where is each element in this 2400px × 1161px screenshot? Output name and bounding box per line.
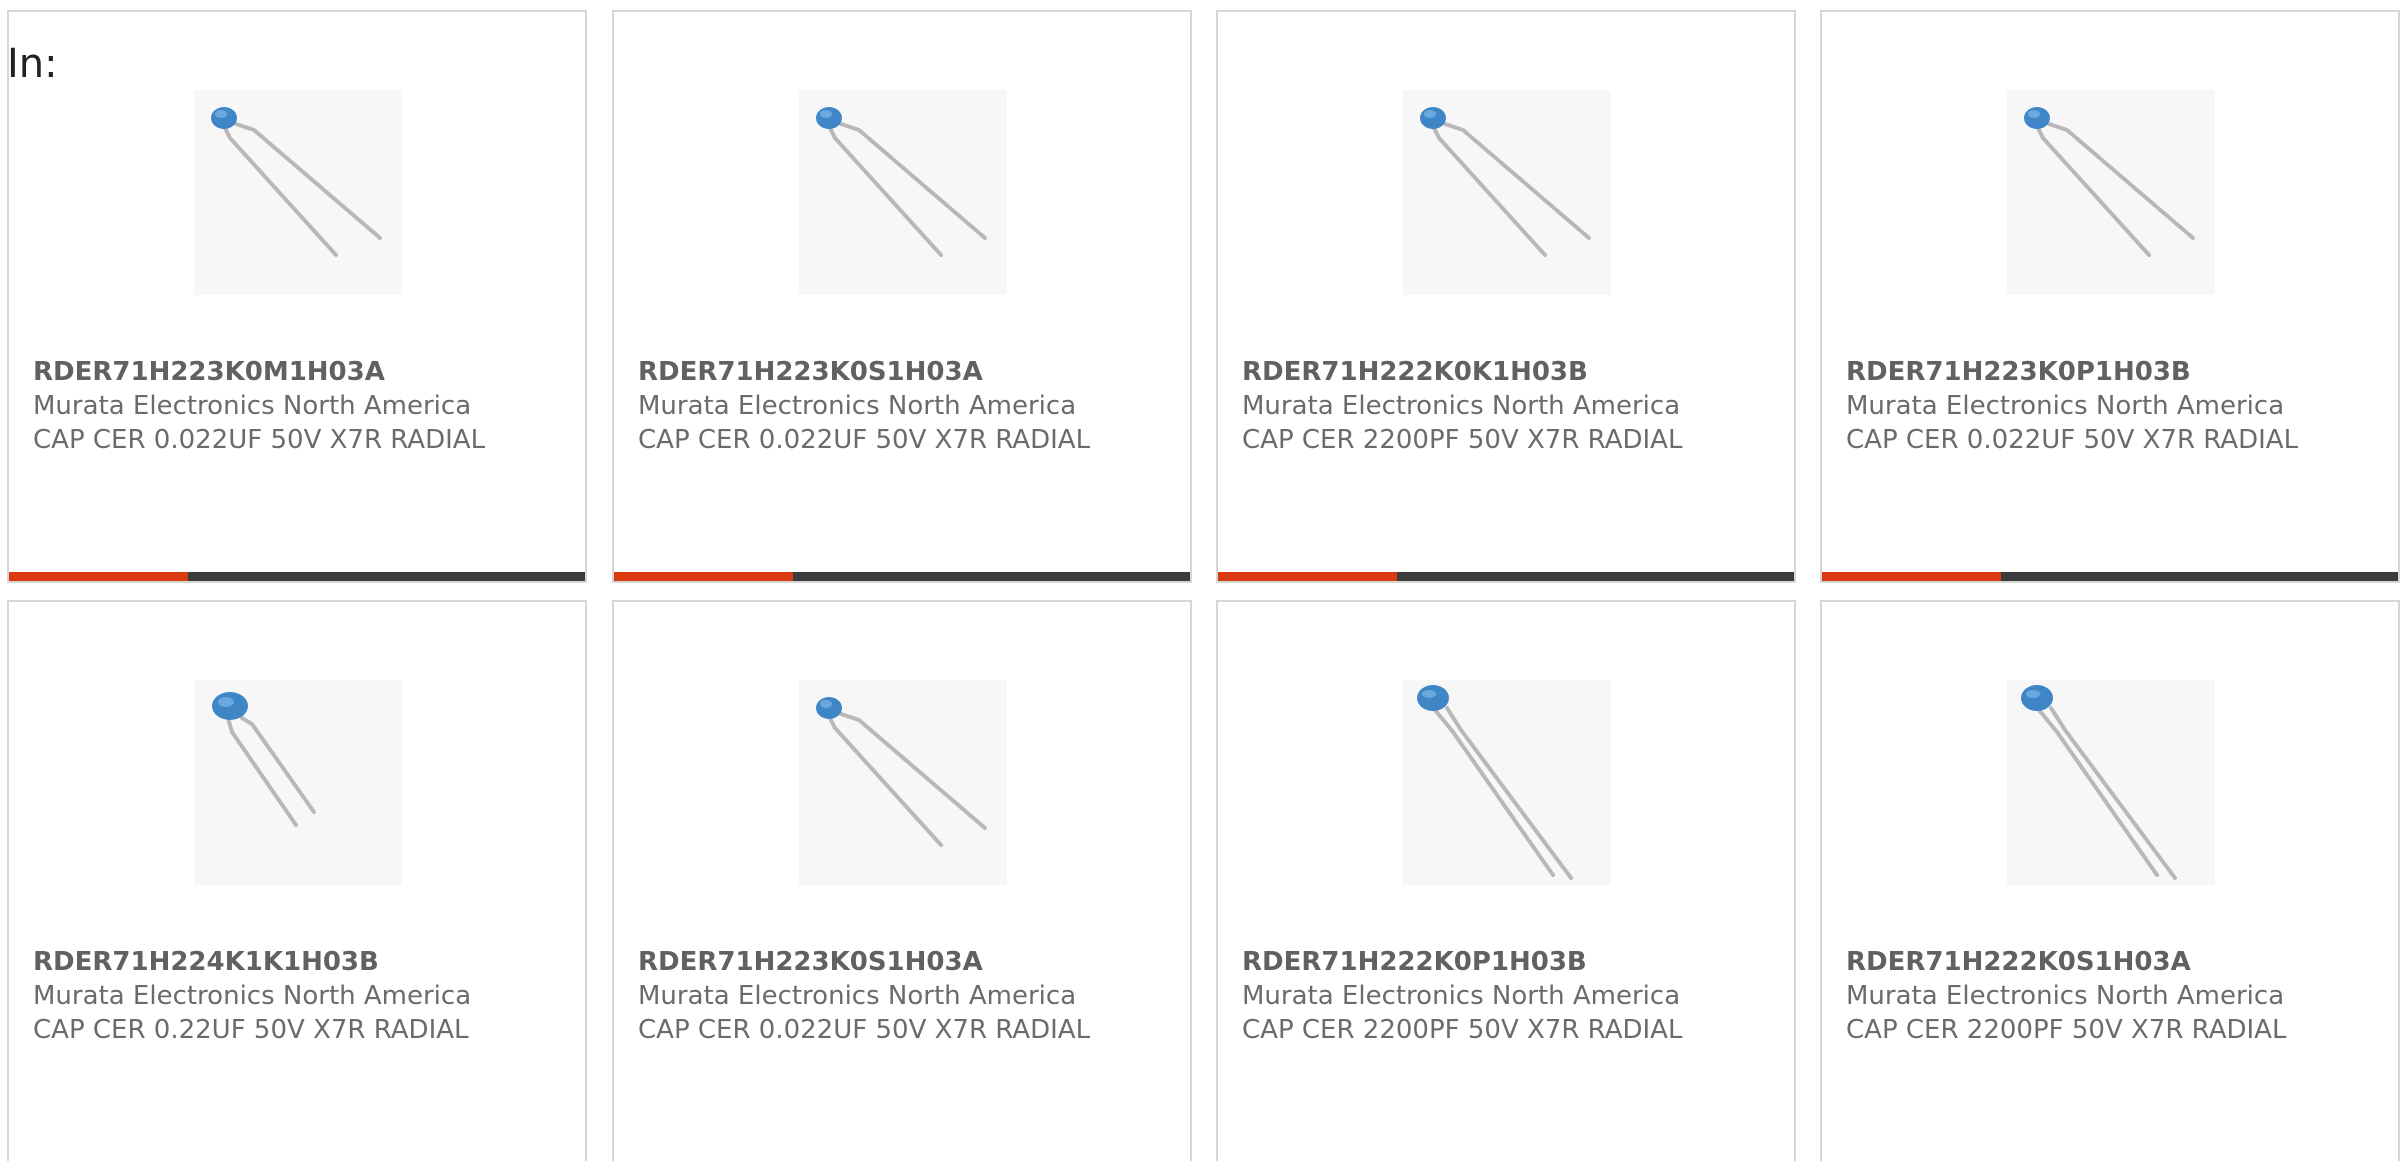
capacitor-icon [1420, 107, 1591, 257]
filter-in-label: In: [7, 41, 58, 87]
manufacturer-name: Murata Electronics North America [1846, 391, 2285, 421]
manufacturer-name: Murata Electronics North America [638, 391, 1077, 421]
product-description: CAP CER 0.022UF 50V X7R RADIAL [638, 425, 1091, 455]
product-description: CAP CER 2200PF 50V X7R RADIAL [1846, 1015, 2287, 1045]
part-number-link[interactable]: RDER71H223K0S1H03A [638, 355, 1168, 389]
capacitor-icon [816, 107, 987, 257]
manufacturer-name: Murata Electronics North America [1242, 981, 1681, 1011]
part-number-link[interactable]: RDER71H223K0S1H03A [638, 945, 1168, 979]
product-info: RDER71H223K0S1H03A Murata Electronics No… [638, 355, 1168, 457]
product-grid-page: In: RDER71H223K0M1H03A Murata Electronic… [0, 0, 2400, 1161]
product-info: RDER71H222K0P1H03B Murata Electronics No… [1242, 945, 1772, 1047]
product-image [799, 680, 1007, 885]
product-description: CAP CER 0.022UF 50V X7R RADIAL [1846, 425, 2299, 455]
product-card-8[interactable]: RDER71H222K0S1H03A Murata Electronics No… [1820, 600, 2400, 1161]
product-image [2007, 680, 2215, 885]
product-description: CAP CER 0.022UF 50V X7R RADIAL [33, 425, 486, 455]
capacitor-icon [1417, 685, 1573, 880]
manufacturer-name: Murata Electronics North America [1242, 391, 1681, 421]
product-card-3[interactable]: RDER71H222K0K1H03B Murata Electronics No… [1216, 10, 1796, 583]
product-description: CAP CER 2200PF 50V X7R RADIAL [1242, 425, 1683, 455]
card-progress-fill [9, 572, 188, 581]
card-progress-fill [1822, 572, 2001, 581]
part-number-link[interactable]: RDER71H222K0P1H03B [1242, 945, 1772, 979]
part-number-link[interactable]: RDER71H222K0K1H03B [1242, 355, 1772, 389]
manufacturer-name: Murata Electronics North America [1846, 981, 2285, 1011]
product-image [194, 90, 402, 295]
card-progress-bar [1218, 572, 1794, 581]
card-progress-fill [1218, 572, 1397, 581]
product-image [2007, 90, 2215, 295]
product-image [799, 90, 1007, 295]
card-progress-bar [1822, 572, 2398, 581]
product-description: CAP CER 0.22UF 50V X7R RADIAL [33, 1015, 469, 1045]
product-info: RDER71H224K1K1H03B Murata Electronics No… [33, 945, 563, 1047]
product-info: RDER71H223K0M1H03A Murata Electronics No… [33, 355, 563, 457]
product-info: RDER71H223K0P1H03B Murata Electronics No… [1846, 355, 2376, 457]
product-description: CAP CER 2200PF 50V X7R RADIAL [1242, 1015, 1683, 1045]
product-image [1403, 90, 1611, 295]
card-progress-bar [614, 572, 1190, 581]
product-image [194, 680, 402, 885]
product-description: CAP CER 0.022UF 50V X7R RADIAL [638, 1015, 1091, 1045]
part-number-link[interactable]: RDER71H223K0P1H03B [1846, 355, 2376, 389]
product-card-2[interactable]: RDER71H223K0S1H03A Murata Electronics No… [612, 10, 1192, 583]
capacitor-icon [2024, 107, 2195, 257]
manufacturer-name: Murata Electronics North America [33, 981, 472, 1011]
part-number-link[interactable]: RDER71H222K0S1H03A [1846, 945, 2376, 979]
capacitor-icon [212, 692, 316, 827]
capacitor-icon [816, 697, 987, 847]
manufacturer-name: Murata Electronics North America [638, 981, 1077, 1011]
card-progress-bar [9, 572, 585, 581]
product-info: RDER71H222K0S1H03A Murata Electronics No… [1846, 945, 2376, 1047]
product-info: RDER71H223K0S1H03A Murata Electronics No… [638, 945, 1168, 1047]
product-info: RDER71H222K0K1H03B Murata Electronics No… [1242, 355, 1772, 457]
product-card-6[interactable]: RDER71H223K0S1H03A Murata Electronics No… [612, 600, 1192, 1161]
product-image [1403, 680, 1611, 885]
product-card-1[interactable]: RDER71H223K0M1H03A Murata Electronics No… [7, 10, 587, 583]
card-progress-fill [614, 572, 793, 581]
product-card-5[interactable]: RDER71H224K1K1H03B Murata Electronics No… [7, 600, 587, 1161]
product-card-7[interactable]: RDER71H222K0P1H03B Murata Electronics No… [1216, 600, 1796, 1161]
product-grid: RDER71H223K0M1H03A Murata Electronics No… [0, 0, 2400, 1161]
product-card-4[interactable]: RDER71H223K0P1H03B Murata Electronics No… [1820, 10, 2400, 583]
capacitor-icon [211, 107, 382, 257]
part-number-link[interactable]: RDER71H224K1K1H03B [33, 945, 563, 979]
capacitor-icon [2021, 685, 2177, 880]
part-number-link[interactable]: RDER71H223K0M1H03A [33, 355, 563, 389]
manufacturer-name: Murata Electronics North America [33, 391, 472, 421]
